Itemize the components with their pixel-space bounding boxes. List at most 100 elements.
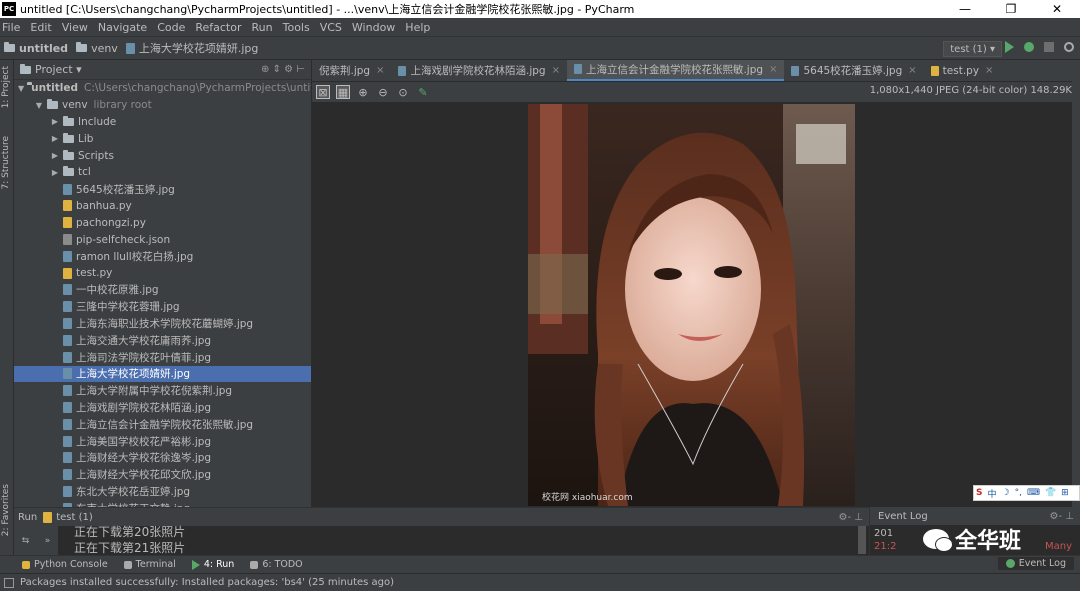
menu-code[interactable]: Code: [157, 21, 185, 34]
tree-row[interactable]: ▶ tcl: [14, 164, 311, 181]
zoom-out-icon[interactable]: ⊖: [376, 85, 390, 99]
ime-toolbar[interactable]: S 中 ☽ °, ⌨ 👕 ⊞: [973, 485, 1080, 501]
tree-row[interactable]: pachongzi.py: [14, 214, 311, 231]
expand-arrow-icon[interactable]: ▼: [34, 101, 44, 110]
tree-row[interactable]: 上海大学校花项婧妍.jpg: [14, 365, 311, 383]
tree-row[interactable]: pip-selfcheck.json: [14, 231, 311, 248]
menu-view[interactable]: View: [62, 21, 88, 34]
background-toggle-icon[interactable]: ⊠: [316, 85, 330, 99]
tree-row[interactable]: ▶ Include: [14, 114, 311, 131]
search-everywhere-icon[interactable]: [1064, 42, 1074, 52]
tree-row[interactable]: 5645校花潘玉婷.jpg: [14, 181, 311, 198]
tab-run[interactable]: 4: Run: [191, 559, 234, 570]
ime-chinese-mode[interactable]: 中: [987, 487, 996, 500]
tree-row[interactable]: 东北大学校花岳亚婷.jpg: [14, 483, 311, 500]
close-tab-icon[interactable]: ×: [376, 65, 384, 76]
project-view-select[interactable]: Project ▾: [35, 63, 82, 76]
tree-row[interactable]: 上海立信会计金融学院校花张熙敏.jpg: [14, 416, 311, 433]
tree-row[interactable]: ▶ Lib: [14, 130, 311, 147]
close-tab-icon[interactable]: ×: [769, 64, 777, 75]
minimize-button[interactable]: —: [942, 0, 988, 18]
stop-icon[interactable]: [1044, 42, 1054, 52]
menu-vcs[interactable]: VCS: [320, 21, 342, 34]
event-log-settings-icon[interactable]: ⚙- ⊥: [1050, 511, 1080, 522]
tree-row[interactable]: 东南大学校花王文静.jpg: [14, 500, 311, 507]
editor-tab[interactable]: 倪紫荆.jpg ×: [312, 60, 391, 81]
tree-row[interactable]: ramon llull校花白扬.jpg: [14, 248, 311, 265]
project-panel-actions[interactable]: ⊕ ⇕ ⚙ ⊢: [261, 64, 311, 75]
run-panel-settings-icon[interactable]: ⚙- ⊥: [839, 512, 869, 523]
tree-row[interactable]: 上海司法学院校花叶倩菲.jpg: [14, 349, 311, 366]
tree-row[interactable]: 上海财经大学校花徐逸岑.jpg: [14, 450, 311, 467]
tree-row[interactable]: 上海美国学校校花严裕彬.jpg: [14, 433, 311, 450]
maximize-button[interactable]: ❐: [988, 0, 1034, 18]
run-panel-title: Run: [18, 511, 38, 523]
ime-moon-icon[interactable]: ☽: [1002, 488, 1010, 498]
tool-windows-toggle-icon[interactable]: [4, 577, 14, 588]
tree-row[interactable]: banhua.py: [14, 198, 311, 215]
structure-tool-tab[interactable]: 7: Structure: [1, 136, 11, 190]
tree-row[interactable]: test.py: [14, 265, 311, 282]
expand-arrow-icon[interactable]: ▶: [50, 117, 60, 126]
tree-row[interactable]: 一中校花原雅.jpg: [14, 282, 311, 299]
tab-todo[interactable]: 6: TODO: [250, 559, 303, 570]
output-line: 正在下载第21张照片: [74, 541, 186, 555]
image-file-icon: [63, 351, 72, 363]
breadcrumb-venv[interactable]: venv: [76, 42, 118, 55]
zoom-in-icon[interactable]: ⊕: [356, 85, 370, 99]
tree-row[interactable]: ▼ untitled C:\Users\changchang\PycharmProj…: [14, 80, 311, 97]
editor-tab[interactable]: 5645校花潘玉婷.jpg ×: [784, 60, 923, 81]
tree-row[interactable]: 三隆中学校花蓉珊.jpg: [14, 298, 311, 315]
close-tab-icon[interactable]: ×: [985, 65, 993, 76]
folder-icon: [76, 42, 88, 52]
expand-arrow-icon[interactable]: ▶: [50, 168, 60, 177]
color-picker-icon[interactable]: ✎: [416, 85, 430, 99]
menu-navigate[interactable]: Navigate: [98, 21, 147, 34]
ime-punctuation-icon[interactable]: °,: [1015, 488, 1022, 498]
debug-icon[interactable]: [1024, 42, 1034, 52]
run-icon[interactable]: [1005, 41, 1014, 53]
menu-refactor[interactable]: Refactor: [195, 21, 241, 34]
run-configuration-select[interactable]: test (1) ▾: [943, 41, 1002, 57]
tab-terminal[interactable]: Terminal: [123, 559, 176, 570]
event-log-button[interactable]: Event Log: [997, 557, 1074, 570]
more-actions-icon[interactable]: »: [45, 536, 51, 546]
grid-toggle-icon[interactable]: ▦: [336, 85, 350, 99]
project-tool-tab[interactable]: 1: Project: [1, 66, 11, 108]
tab-python-console[interactable]: Python Console: [22, 559, 108, 570]
run-output-scrollbar[interactable]: [858, 526, 866, 554]
expand-arrow-icon[interactable]: ▶: [50, 151, 60, 160]
expand-arrow-icon[interactable]: ▶: [50, 134, 60, 143]
tree-row[interactable]: 上海交通大学校花庸雨荞.jpg: [14, 332, 311, 349]
menu-window[interactable]: Window: [352, 21, 395, 34]
menu-edit[interactable]: Edit: [30, 21, 51, 34]
favorites-tool-tab[interactable]: 2: Favorites: [1, 484, 11, 536]
rerun-icon[interactable]: ⇆: [22, 536, 30, 546]
ime-skin-icon[interactable]: 👕: [1045, 488, 1056, 498]
close-tab-icon[interactable]: ×: [908, 65, 916, 76]
editor-tab[interactable]: 上海立信会计金融学院校花张熙敏.jpg ×: [566, 60, 785, 81]
tree-row[interactable]: ▶ Scripts: [14, 147, 311, 164]
event-log-line: 201: [874, 528, 894, 539]
close-tab-icon[interactable]: ×: [552, 65, 560, 76]
tree-row[interactable]: 上海大学附属中学校花倪紫荆.jpg: [14, 382, 311, 399]
breadcrumb-file[interactable]: 上海大学校花项婧妍.jpg: [125, 40, 258, 56]
breadcrumb-untitled[interactable]: untitled: [4, 42, 68, 55]
menu-file[interactable]: File: [2, 21, 20, 34]
tree-row[interactable]: ▼ venv library root: [14, 97, 311, 114]
ime-logo-icon[interactable]: S: [976, 488, 982, 498]
tree-row[interactable]: 上海戏剧学院校花林陌涵.jpg: [14, 399, 311, 416]
editor-tab[interactable]: test.py ×: [924, 60, 1001, 81]
tree-row[interactable]: 上海东海职业技术学院校花蘑蝴婷.jpg: [14, 315, 311, 332]
actual-size-icon[interactable]: ⊙: [396, 85, 410, 99]
ime-keyboard-icon[interactable]: ⌨: [1027, 488, 1040, 498]
tree-row[interactable]: 上海财经大学校花邱文欣.jpg: [14, 466, 311, 483]
tree-row-label: Include: [78, 115, 117, 128]
expand-arrow-icon[interactable]: ▼: [18, 84, 24, 93]
menu-tools[interactable]: Tools: [283, 21, 310, 34]
ime-tools-icon[interactable]: ⊞: [1061, 488, 1069, 498]
menu-run[interactable]: Run: [252, 21, 273, 34]
editor-tab[interactable]: 上海戏剧学院校花林陌涵.jpg ×: [391, 60, 566, 81]
close-button[interactable]: ✕: [1034, 0, 1080, 18]
menu-help[interactable]: Help: [405, 21, 430, 34]
